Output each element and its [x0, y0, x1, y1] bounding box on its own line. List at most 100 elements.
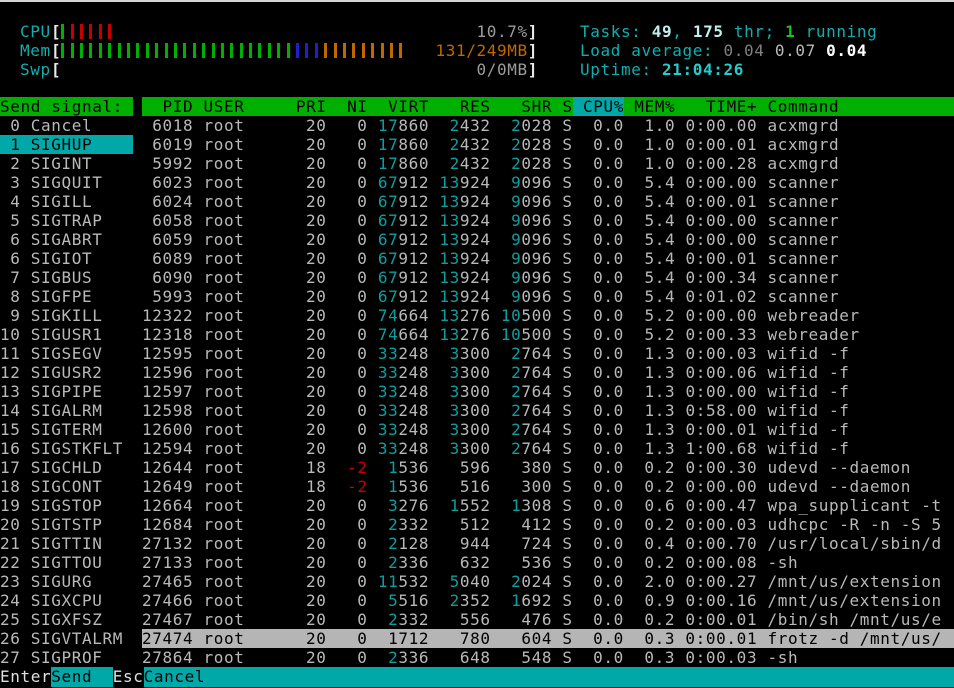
process-row-12595[interactable]: 12595 root 20 0 33248 3300 2764 S 0.0 1.… [142, 344, 954, 363]
signal-item-sigill[interactable]: 4 SIGILL [0, 192, 133, 211]
signal-item-sigchld[interactable]: 17 SIGCHLD [0, 458, 133, 477]
signal-item-sigpipe[interactable]: 13 SIGPIPE [0, 382, 133, 401]
process-row-27133[interactable]: 27133 root 20 0 2336 632 536 S 0.0 0.2 0… [142, 553, 954, 572]
signal-item-sigkill[interactable]: 9 SIGKILL [0, 306, 133, 325]
swp-meter-label: Swp [20, 60, 51, 79]
process-row-12600[interactable]: 12600 root 20 0 33248 3300 2764 S 0.0 1.… [142, 420, 954, 439]
process-row-6018[interactable]: 6018 root 20 0 17860 2432 2028 S 0.0 1.0… [142, 116, 954, 135]
signal-item-cancel[interactable]: 0 Cancel [0, 116, 133, 135]
green-tick [239, 43, 243, 58]
process-row-12598[interactable]: 12598 root 20 0 33248 3300 2764 S 0.0 1.… [142, 401, 954, 420]
col-cpu-sort[interactable]: CPU% [572, 97, 624, 116]
red-tick [108, 24, 112, 39]
green-tick [183, 43, 187, 58]
signal-list: 0 Cancel 1 SIGHUP 2 SIGINT 3 SIGQUIT 4 S… [0, 116, 133, 667]
process-row-6023[interactable]: 6023 root 20 0 67912 13924 9096 S 0.0 5.… [142, 173, 954, 192]
process-row-6058[interactable]: 6058 root 20 0 67912 13924 9096 S 0.0 5.… [142, 211, 954, 230]
orange-tick [342, 43, 346, 58]
footer-key-esc[interactable]: Esc [112, 667, 144, 687]
process-row-27474[interactable]: 27474 root 20 0 1712 780 604 S 0.0 0.3 0… [142, 629, 954, 648]
green-tick [117, 43, 121, 58]
process-row-27864[interactable]: 27864 root 20 0 2336 648 548 S 0.0 0.3 0… [142, 648, 954, 667]
meter-open-bracket: [ [51, 22, 62, 41]
signal-item-sigbus[interactable]: 7 SIGBUS [0, 268, 133, 287]
signal-item-sigint[interactable]: 2 SIGINT [0, 154, 133, 173]
meter-close-bracket: ] [527, 22, 538, 41]
process-row-12596[interactable]: 12596 root 20 0 33248 3300 2764 S 0.0 1.… [142, 363, 954, 382]
send-signal-title: Send signal: [0, 97, 134, 116]
signal-item-sighup[interactable]: 1 SIGHUP [0, 135, 133, 154]
process-table-header[interactable]: PID USER PRI NI VIRT RES SHR S CPU% MEM%… [142, 97, 954, 116]
col-virt[interactable]: VIRT [368, 97, 430, 116]
signal-item-sigusr2[interactable]: 12 SIGUSR2 [0, 363, 133, 382]
signal-item-sigxcpu[interactable]: 24 SIGXCPU [0, 591, 133, 610]
signal-item-sigiot[interactable]: 6 SIGIOT [0, 249, 133, 268]
col-ni[interactable]: NI [327, 97, 368, 116]
process-row-12649[interactable]: 12649 root 18 -2 1536 516 300 S 0.0 0.2 … [142, 477, 954, 496]
signal-item-sigstkflt[interactable]: 16 SIGSTKFLT [0, 439, 133, 458]
signal-item-sigttou[interactable]: 22 SIGTTOU [0, 553, 133, 572]
signal-item-sigprof[interactable]: 27 SIGPROF [0, 648, 133, 667]
process-row-12684[interactable]: 12684 root 20 0 2332 512 412 S 0.0 0.2 0… [142, 515, 954, 534]
meter-close-bracket: ] [527, 41, 538, 60]
col-s[interactable]: S [552, 97, 573, 116]
signal-item-sigterm[interactable]: 15 SIGTERM [0, 420, 133, 439]
process-row-12318[interactable]: 12318 root 20 0 74664 13276 10500 S 0.0 … [142, 325, 954, 344]
process-row-6024[interactable]: 6024 root 20 0 67912 13924 9096 S 0.0 5.… [142, 192, 954, 211]
process-row-27465[interactable]: 27465 root 20 0 11532 5040 2024 S 0.0 2.… [142, 572, 954, 591]
col-command[interactable]: Command [757, 97, 839, 116]
col-user[interactable]: USER [204, 97, 296, 116]
send-signal-panel: Send signal: 0 Cancel 1 SIGHUP 2 SIGINT … [0, 97, 133, 667]
signal-item-sigusr1[interactable]: 10 SIGUSR1 [0, 325, 133, 344]
uptime-line: Uptime: 21:04:26 [580, 60, 877, 79]
cpu-meter-bar: 10.7% [61, 22, 527, 41]
mem-meter: Mem[131/249MB] [20, 41, 538, 60]
col-pid[interactable]: PID [142, 97, 193, 116]
col-res[interactable]: RES [429, 97, 491, 116]
meter-close-bracket: ] [527, 60, 538, 79]
signal-item-sigttin[interactable]: 21 SIGTTIN [0, 534, 133, 553]
process-row-6090[interactable]: 6090 root 20 0 67912 13924 9096 S 0.0 5.… [142, 268, 954, 287]
signal-item-sigvtalrm[interactable]: 26 SIGVTALRM [0, 629, 133, 648]
process-row-6089[interactable]: 6089 root 20 0 67912 13924 9096 S 0.0 5.… [142, 249, 954, 268]
red-tick [80, 24, 84, 39]
signal-item-sigquit[interactable]: 3 SIGQUIT [0, 173, 133, 192]
green-tick [192, 43, 196, 58]
load-5min: 0.07 [774, 41, 816, 60]
process-row-5993[interactable]: 5993 root 20 0 67912 13924 9096 S 0.0 5.… [142, 287, 954, 306]
footer-action-send[interactable]: Send [51, 667, 113, 687]
process-row-6019[interactable]: 6019 root 20 0 17860 2432 2028 S 0.0 1.0… [142, 135, 954, 154]
signal-item-sigxfsz[interactable]: 25 SIGXFSZ [0, 610, 133, 629]
col-time[interactable]: TIME+ [675, 97, 757, 116]
process-row-12644[interactable]: 12644 root 18 -2 1536 596 380 S 0.0 0.2 … [142, 458, 954, 477]
signal-item-sigcont[interactable]: 18 SIGCONT [0, 477, 133, 496]
green-tick [127, 43, 130, 58]
process-row-6059[interactable]: 6059 root 20 0 67912 13924 9096 S 0.0 5.… [142, 230, 954, 249]
signal-item-sigabrt[interactable]: 6 SIGABRT [0, 230, 133, 249]
signal-item-sigtrap[interactable]: 5 SIGTRAP [0, 211, 133, 230]
signal-item-sigstop[interactable]: 19 SIGSTOP [0, 496, 133, 515]
footer-key-enter[interactable]: Enter [0, 667, 52, 687]
signal-item-sigsegv[interactable]: 11 SIGSEGV [0, 344, 133, 363]
process-row-12322[interactable]: 12322 root 20 0 74664 13276 10500 S 0.0 … [142, 306, 954, 325]
footer-action-cancel[interactable]: Cancel [143, 667, 954, 687]
tasks-count: 49 [651, 22, 673, 41]
process-row-5992[interactable]: 5992 root 20 0 17860 2432 2028 S 0.0 1.0… [142, 154, 954, 173]
process-table-body: 6018 root 20 0 17860 2432 2028 S 0.0 1.0… [142, 116, 954, 667]
process-row-12664[interactable]: 12664 root 20 0 3276 1552 1308 S 0.0 0.6… [142, 496, 954, 515]
signal-item-sigalrm[interactable]: 14 SIGALRM [0, 401, 133, 420]
green-tick [145, 43, 149, 58]
process-row-27467[interactable]: 27467 root 20 0 2332 556 476 S 0.0 0.2 0… [142, 610, 954, 629]
signal-item-sigurg[interactable]: 23 SIGURG [0, 572, 133, 591]
process-row-12594[interactable]: 12594 root 20 0 33248 3300 2764 S 0.0 1.… [142, 439, 954, 458]
process-row-27132[interactable]: 27132 root 20 0 2128 944 724 S 0.0 0.4 0… [142, 534, 954, 553]
process-row-27466[interactable]: 27466 root 20 0 5516 2352 1692 S 0.0 0.9… [142, 591, 954, 610]
col-pri[interactable]: PRI [296, 97, 327, 116]
col-mem[interactable]: MEM% [624, 97, 675, 116]
signal-item-sigtstp[interactable]: 20 SIGTSTP [0, 515, 133, 534]
process-row-12597[interactable]: 12597 root 20 0 33248 3300 2764 S 0.0 1.… [142, 382, 954, 401]
meters-column: CPU[10.7%] Mem[131/249MB] Swp[0/0MB] [20, 22, 538, 79]
col-shr[interactable]: SHR [491, 97, 553, 116]
signal-item-sigfpe[interactable]: 8 SIGFPE [0, 287, 133, 306]
orange-tick [399, 43, 403, 58]
